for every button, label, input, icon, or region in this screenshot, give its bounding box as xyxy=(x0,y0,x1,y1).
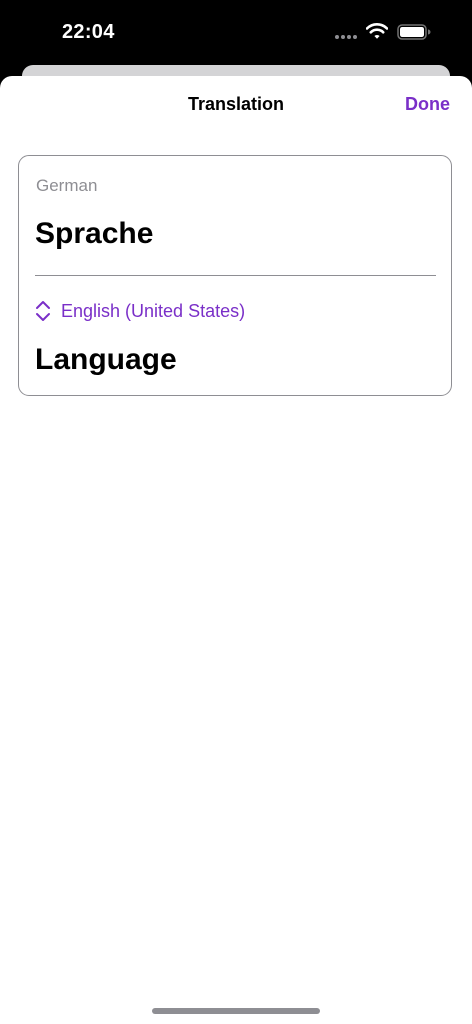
sheet-title: Translation xyxy=(187,94,285,114)
done-button[interactable]: Done xyxy=(405,94,450,115)
target-text: Language xyxy=(35,343,177,376)
translation-card: German Sprache English (United States) L… xyxy=(18,155,452,396)
cellular-signal-icon xyxy=(335,35,359,39)
battery-icon xyxy=(397,24,431,40)
target-language-label: English (United States) xyxy=(61,300,246,321)
status-time: 22:04 xyxy=(62,21,115,43)
home-indicator[interactable] xyxy=(152,1008,320,1014)
chevron-up-down-icon xyxy=(36,301,50,321)
wifi-icon xyxy=(366,23,388,39)
source-language-label: German xyxy=(36,176,98,195)
source-text: Sprache xyxy=(35,217,154,250)
translation-sheet: Translation Done German Sprache English … xyxy=(0,76,472,1024)
target-language-picker[interactable]: English (United States) xyxy=(35,299,245,323)
card-divider xyxy=(35,275,436,276)
status-bar: 22:04 xyxy=(0,0,472,64)
